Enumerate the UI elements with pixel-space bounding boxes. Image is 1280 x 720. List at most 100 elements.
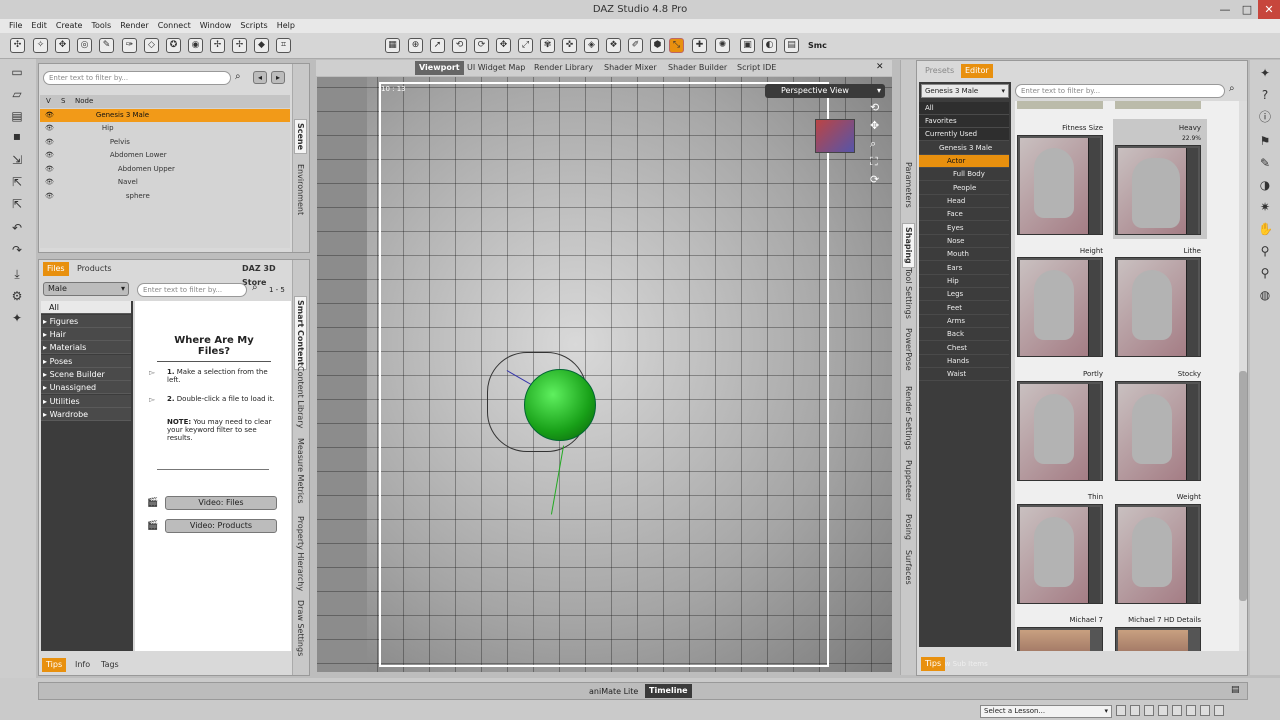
tab-puppeteer[interactable]: Puppeteer	[904, 460, 913, 501]
col-selectable[interactable]: S	[61, 95, 65, 108]
universal-tool-icon[interactable]: ⊕	[408, 38, 423, 53]
list-item[interactable]: Back	[919, 328, 1009, 342]
list-item[interactable]: Ears	[919, 262, 1009, 276]
category-item[interactable]: ▸ Figures	[41, 315, 131, 328]
pose-tool-icon[interactable]: ✎	[99, 38, 114, 53]
crop-tool-icon[interactable]: ⌗	[276, 38, 291, 53]
tab-shader-mixer[interactable]: Shader Mixer	[600, 61, 661, 75]
sphere-object[interactable]	[524, 369, 596, 441]
tab-powerpose[interactable]: PowerPose	[904, 328, 913, 371]
tab-parameters[interactable]: Parameters	[904, 162, 913, 208]
eye-icon[interactable]: 👁	[45, 165, 54, 173]
eye-icon[interactable]: 👁	[45, 138, 54, 146]
globe-icon[interactable]: ◍	[1258, 288, 1272, 302]
tab-tips[interactable]: Tips	[921, 657, 946, 671]
tab-shaping[interactable]: Shaping	[902, 223, 915, 268]
search-icon[interactable]: ⌕	[235, 71, 241, 82]
scene-next-button[interactable]: ▸	[271, 71, 285, 84]
help-icon[interactable]: ?	[1258, 88, 1272, 102]
lesson-control[interactable]	[1214, 705, 1224, 716]
scale-tool-icon[interactable]: ⤢	[518, 38, 533, 53]
content-dropdown[interactable]: Male ▾	[43, 282, 129, 296]
menu-file[interactable]: File	[9, 19, 22, 33]
geometry-tool-icon[interactable]: ⬢	[650, 38, 665, 53]
list-item[interactable]: All	[919, 102, 1009, 116]
close-icon[interactable]: ✕	[876, 62, 884, 72]
frame-icon[interactable]: ⛶	[870, 155, 878, 169]
iray-icon[interactable]: ◐	[762, 38, 777, 53]
settings-icon[interactable]: ⚙	[10, 289, 24, 303]
tab-measure-metrics[interactable]: Measure Metrics	[296, 438, 305, 504]
gizmo-tool-icon[interactable]: ✢	[210, 38, 225, 53]
category-item[interactable]: ▸ Hair	[41, 328, 131, 341]
import-icon[interactable]: ⇲	[10, 153, 24, 167]
video-products-button[interactable]: Video: Products	[165, 519, 277, 533]
sculpt-tool-icon[interactable]: ❖	[606, 38, 621, 53]
list-item[interactable]: Head	[919, 195, 1009, 209]
video-files-button[interactable]: Video: Files	[165, 496, 277, 510]
category-item[interactable]: ▸ Scene Builder	[41, 368, 131, 381]
joint-tool-icon[interactable]: ✧	[33, 38, 48, 53]
save-icon[interactable]: ▪	[10, 129, 24, 143]
lesson-control[interactable]	[1172, 705, 1182, 716]
tab-render-library[interactable]: Render Library	[530, 61, 597, 75]
figure-dropdown[interactable]: Genesis 3 Male ▾	[921, 84, 1009, 98]
tab-tool-settings[interactable]: Tool Settings	[904, 268, 913, 319]
morph-tile[interactable]	[1017, 135, 1103, 235]
lesson-control[interactable]	[1200, 705, 1210, 716]
tab-presets[interactable]: Presets	[921, 64, 958, 78]
tree-row[interactable]: 👁 sphere	[40, 190, 290, 203]
menu-render[interactable]: Render	[120, 19, 148, 33]
viewport-3d[interactable]: 10 : 13 Perspective View ▾ ⟲ ✥ ⌕ ⛶ ⟳	[317, 77, 892, 672]
view-cube[interactable]	[815, 119, 855, 153]
list-item[interactable]: Nose	[919, 235, 1009, 249]
lesson-control[interactable]	[1186, 705, 1196, 716]
list-item[interactable]: Chest	[919, 342, 1009, 356]
list-item[interactable]: Genesis 3 Male	[919, 142, 1009, 156]
tab-ui-widget-map[interactable]: UI Widget Map	[463, 61, 529, 75]
maximize-button[interactable]: □	[1236, 0, 1258, 19]
tab-smart-content[interactable]: Smart Content	[294, 296, 307, 370]
translate-tool-icon[interactable]: ✥	[496, 38, 511, 53]
menu-help[interactable]: Help	[277, 19, 295, 33]
region-tool-icon[interactable]: ▦	[385, 38, 400, 53]
export2-icon[interactable]: ⇱	[10, 197, 24, 211]
tree-row[interactable]: 👁 Hip	[40, 122, 290, 135]
store-link[interactable]: DAZ 3D Store	[238, 262, 292, 287]
target-tool-icon[interactable]: ◉	[188, 38, 203, 53]
eye-icon[interactable]: 👁	[45, 124, 54, 132]
zoom-icon[interactable]: ⌕	[870, 137, 876, 151]
lesson-control[interactable]	[1144, 705, 1154, 716]
active-tool-icon[interactable]: ⤡	[669, 38, 684, 53]
tab-files[interactable]: Files	[43, 262, 69, 276]
menu-create[interactable]: Create	[56, 19, 83, 33]
merge-icon[interactable]: ▤	[10, 109, 24, 123]
list-item[interactable]: Legs	[919, 288, 1009, 302]
morph-tile[interactable]	[1115, 504, 1201, 604]
list-item[interactable]: Waist	[919, 368, 1009, 382]
tree-row[interactable]: 👁 Navel	[40, 176, 290, 189]
menu-tools[interactable]: Tools	[91, 19, 111, 33]
tab-environment[interactable]: Environment	[296, 164, 305, 215]
list-item[interactable]: Face	[919, 208, 1009, 222]
figure-icon[interactable]: ✦	[1258, 66, 1272, 80]
list-item[interactable]: People	[919, 182, 1009, 196]
category-item[interactable]: ▸ Wardrobe	[41, 408, 131, 421]
tab-content-library[interactable]: Content Library	[296, 366, 305, 428]
scene-prev-button[interactable]: ◂	[253, 71, 267, 84]
smc-label[interactable]: Smc	[808, 41, 827, 50]
list-item[interactable]: Favorites	[919, 115, 1009, 129]
morph-tile[interactable]	[1017, 381, 1103, 481]
eye-icon[interactable]: 👁	[45, 192, 54, 200]
walk-icon[interactable]: ⚲	[1258, 244, 1272, 258]
rotate2-tool-icon[interactable]: ⟲	[452, 38, 467, 53]
sphere-icon[interactable]: ◑	[1258, 178, 1272, 192]
new-icon[interactable]: ▭	[10, 65, 24, 79]
morph-tile[interactable]	[1115, 627, 1201, 651]
morph-tile[interactable]	[1115, 257, 1201, 357]
brush-icon[interactable]: ✎	[1258, 156, 1272, 170]
render-icon[interactable]: ▣	[740, 38, 755, 53]
morph-tile[interactable]	[1115, 381, 1201, 481]
tree-row[interactable]: 👁 Genesis 3 Male	[40, 109, 290, 122]
list-item[interactable]: Feet	[919, 302, 1009, 316]
